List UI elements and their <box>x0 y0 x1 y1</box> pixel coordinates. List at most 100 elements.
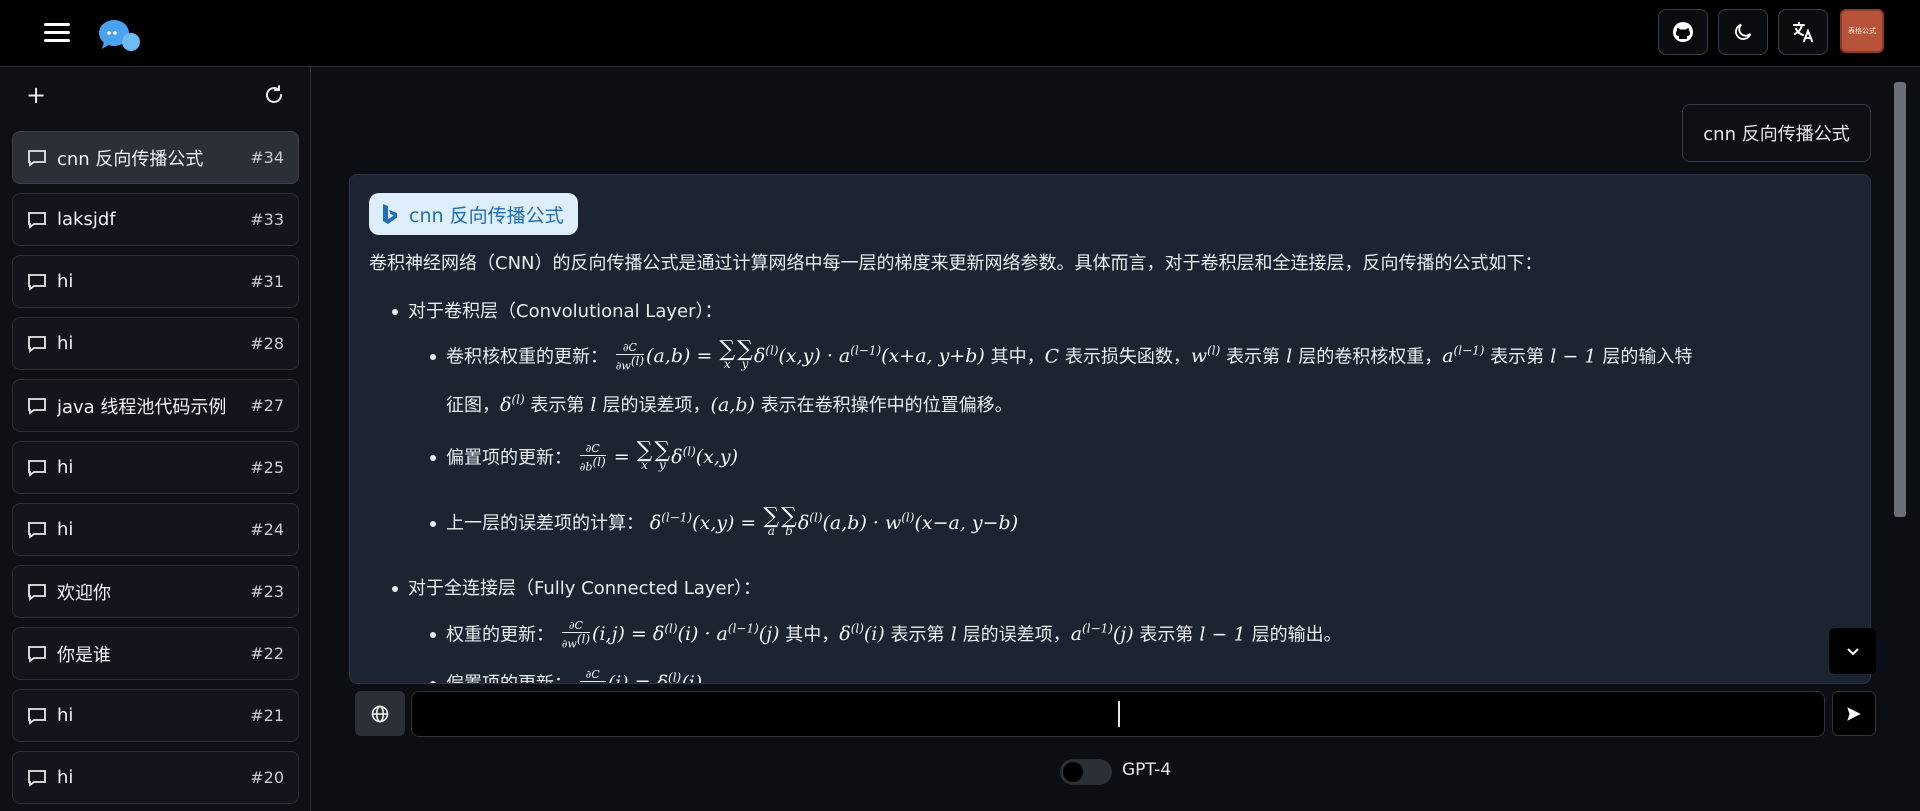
conversation-title: java 线程池代码示例 <box>57 396 227 418</box>
bias-update2-label: 偏置项的更新： <box>446 673 572 684</box>
conversation-item[interactable]: hi #24 <box>12 503 299 556</box>
conversation-title: hi <box>57 333 74 354</box>
conversation-number: #33 <box>250 210 284 229</box>
conversation-item[interactable]: java 线程池代码示例 #27 <box>12 379 299 432</box>
kernel-update-formula: ∂C ∂w(l) (a,b) = ∑ x ∑ y δ(l)(x,y) · a(l−1)(x+… <box>615 337 985 373</box>
bias-update-label: 偏置项的更新： <box>446 447 572 469</box>
moon-icon <box>1735 23 1752 40</box>
conversation-title: laksjdf <box>57 209 116 230</box>
avatar[interactable]: 表格公式 <box>1840 9 1884 53</box>
chat-bubble-icon <box>27 273 47 291</box>
translate-button[interactable] <box>1778 9 1828 55</box>
conversation-title: 你是谁 <box>57 644 111 666</box>
weight-text-2: 表示第 <box>890 624 945 646</box>
chat-bubble-icon <box>27 211 47 229</box>
chat-bubble-icon <box>27 459 47 477</box>
list-item: 偏置项的更新： ∂C∂b(l)(i) = δ(l)(i) <box>430 669 702 684</box>
web-search-button[interactable] <box>355 691 405 736</box>
weight-text-4: 表示第 <box>1139 624 1194 646</box>
kernel-text-3: 表示第 <box>1226 346 1281 368</box>
chat-bubble-icon <box>27 769 47 787</box>
conversation-number: #23 <box>250 582 284 601</box>
answer-intro: 卷积神经网络（CNN）的反向传播公式是通过计算网络中每一层的梯度来更新网络参数。… <box>369 253 1543 274</box>
conversation-item[interactable]: 你是谁 #22 <box>12 627 299 680</box>
bias-update-formula: ∂C ∂b(l) = ∑ x ∑ y δ(l)(x,y) <box>579 438 739 474</box>
refresh-icon[interactable] <box>262 83 286 107</box>
conversation-number: #34 <box>250 148 284 167</box>
list-item: 权重的更新： ∂C ∂w(l) (i,j) = δ(l)(i) · a(l−1)(j… <box>430 620 1342 651</box>
chevron-down-icon <box>1846 648 1859 656</box>
user-message: cnn 反向传播公式 <box>1682 104 1871 162</box>
text-caret <box>1118 701 1120 727</box>
conversation-number: #22 <box>250 644 284 663</box>
list-item-continued: 征图，δ(l) 表示第 l 层的误差项，(a,b) 表示在卷积操作中的位置偏移。 <box>446 392 1013 416</box>
conversation-item[interactable]: hi #31 <box>12 255 299 308</box>
chat-bubble-icon <box>27 707 47 725</box>
conversation-number: #24 <box>250 520 284 539</box>
conversation-item[interactable]: hi #28 <box>12 317 299 370</box>
kernel-text-4: 层的卷积核权重， <box>1298 346 1443 368</box>
list-item: 偏置项的更新： ∂C ∂b(l) = ∑ x ∑ y δ(l)(x,y) <box>430 438 739 474</box>
list-item: 对于全连接层（Fully Connected Layer）： <box>392 574 761 600</box>
conversation-item[interactable]: hi #21 <box>12 689 299 742</box>
sidebar-toolbar: + <box>0 67 310 127</box>
fc-layer-heading: 对于全连接层（Fully Connected Layer）： <box>408 578 761 599</box>
send-icon <box>1847 706 1861 721</box>
assistant-answer: cnn 反向传播公式 卷积神经网络（CNN）的反向传播公式是通过计算网络中每一层… <box>349 174 1871 684</box>
chat-bubble-icon <box>27 521 47 539</box>
scroll-down-button[interactable] <box>1829 628 1876 674</box>
conversation-item[interactable]: cnn 反向传播公式 #34 <box>12 131 299 184</box>
theme-toggle-button[interactable] <box>1718 9 1768 55</box>
send-button[interactable] <box>1832 691 1876 736</box>
bing-icon <box>383 204 397 224</box>
kernel-cont-1: 征图， <box>446 395 500 416</box>
source-badge[interactable]: cnn 反向传播公式 <box>369 193 578 235</box>
weight-text-3: 层的误差项， <box>962 624 1071 646</box>
kernel-update-label: 卷积核权重的更新： <box>446 346 608 368</box>
conversation-title: hi <box>57 705 74 726</box>
user-message-text: cnn 反向传播公式 <box>1703 124 1850 145</box>
chat-bubble-icon <box>27 397 47 415</box>
toggle-knob <box>1063 762 1083 782</box>
conversation-item[interactable]: hi #25 <box>12 441 299 494</box>
kernel-text-5: 表示第 <box>1490 346 1545 368</box>
list-item: 对于卷积层（Convolutional Layer）： <box>392 297 722 323</box>
conversation-title: cnn 反向传播公式 <box>57 148 204 170</box>
translate-icon <box>1793 22 1813 42</box>
conversation-title: hi <box>57 767 74 788</box>
conversation-title: hi <box>57 457 74 478</box>
model-label: GPT-4 <box>1122 760 1172 780</box>
hamburger-icon[interactable] <box>44 20 70 46</box>
source-badge-label: cnn 反向传播公式 <box>409 204 564 227</box>
conversation-number: #27 <box>250 396 284 415</box>
chat-bubble-icon <box>27 583 47 601</box>
conversation-item[interactable]: 欢迎你 #23 <box>12 565 299 618</box>
new-chat-button[interactable]: + <box>26 83 46 107</box>
chat-bubbles-logo <box>99 20 140 51</box>
chat-bubble-icon <box>27 149 47 167</box>
bias-update2-formula: ∂C∂b(l)(i) = δ(l)(i) <box>578 669 702 683</box>
conversation-number: #25 <box>250 458 284 477</box>
weight-text-5: 层的输出。 <box>1251 624 1342 646</box>
model-toggle[interactable] <box>1060 759 1112 785</box>
conversation-item[interactable]: hi #20 <box>12 751 299 804</box>
conv-layer-heading: 对于卷积层（Convolutional Layer）： <box>408 301 723 322</box>
conversation-title: hi <box>57 519 74 540</box>
github-button[interactable] <box>1658 9 1708 55</box>
github-icon <box>1673 22 1693 42</box>
chat-bubble-icon <box>27 645 47 663</box>
list-item: 卷积核权重的更新： ∂C ∂w(l) (a,b) = ∑ x ∑ y δ(l)(x,y) ·… <box>430 337 1693 373</box>
conversation-number: #28 <box>250 334 284 353</box>
top-bar: 表格公式 <box>0 0 1920 67</box>
conversation-number: #20 <box>250 768 284 787</box>
prev-error-formula: δ(l−1)(x,y) = ∑ a ∑ b δ(l)(a,b) · w(l)(x−a, … <box>649 504 1019 539</box>
scrollbar[interactable] <box>1894 82 1906 517</box>
kernel-text-2: 表示损失函数， <box>1064 346 1191 368</box>
conversation-item[interactable]: laksjdf #33 <box>12 193 299 246</box>
avatar-text: 表格公式 <box>1848 26 1876 35</box>
kernel-text-6: 层的输入特 <box>1602 346 1693 368</box>
globe-icon <box>371 705 389 722</box>
weight-update-label: 权重的更新： <box>446 624 554 646</box>
weight-update-formula: ∂C ∂w(l) (i,j) = δ(l)(i) · a(l−1)(j) <box>561 619 780 651</box>
conversation-number: #21 <box>250 706 284 725</box>
